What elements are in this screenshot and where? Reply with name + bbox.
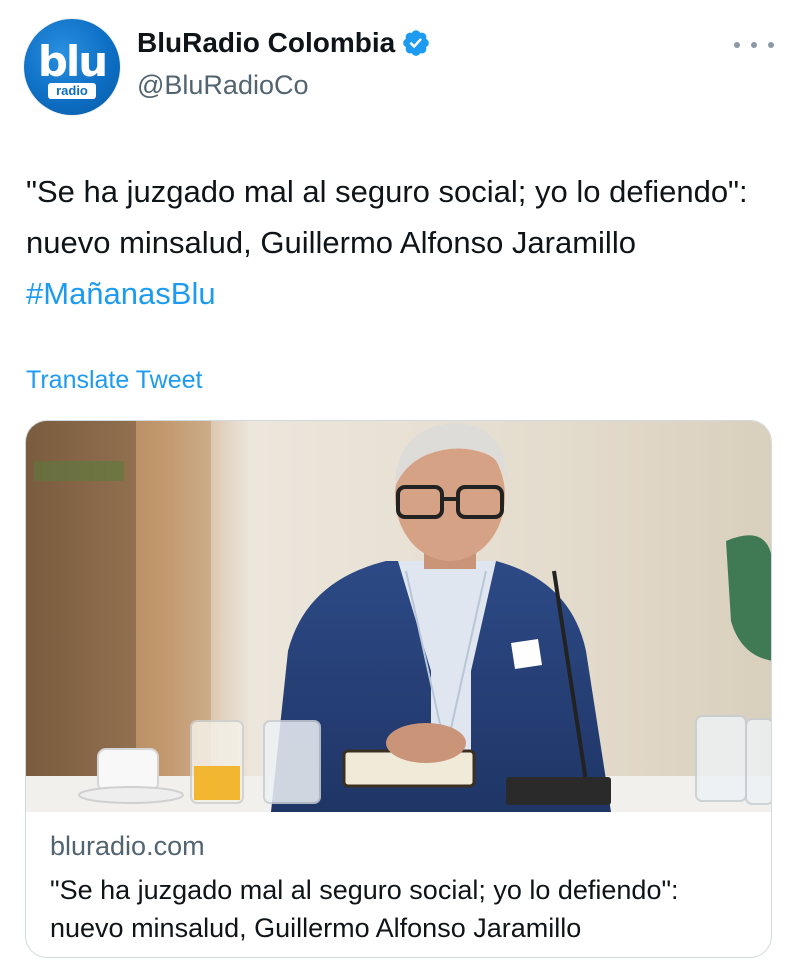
tweet-text: "Se ha juzgado mal al seguro social; yo … <box>26 166 776 319</box>
translate-tweet-link[interactable]: Translate Tweet <box>26 364 202 396</box>
tweet: blu radio BluRadio Colombia @BluRadioCo … <box>0 0 800 979</box>
card-image[interactable] <box>26 421 771 812</box>
avatar[interactable]: blu radio <box>24 19 120 115</box>
card-domain: bluradio.com <box>50 831 205 861</box>
verified-badge-icon <box>403 30 430 56</box>
author-handle[interactable]: @BluRadioCo <box>137 68 309 102</box>
avatar-logo-text: blu <box>37 37 108 86</box>
author-display-name[interactable]: BluRadio Colombia <box>137 26 395 60</box>
more-options-icon[interactable] <box>734 33 774 57</box>
more-dot <box>734 42 740 48</box>
card-meta: bluradio.com "Se ha juzgado mal al segur… <box>50 829 750 947</box>
author-name-row: BluRadio Colombia <box>137 26 431 60</box>
more-dot <box>751 42 757 48</box>
more-dot <box>768 42 774 48</box>
news-photo-icon <box>26 421 771 812</box>
link-preview-card[interactable]: bluradio.com "Se ha juzgado mal al segur… <box>25 420 772 958</box>
card-title: "Se ha juzgado mal al seguro social; yo … <box>50 875 679 943</box>
tweet-body: "Se ha juzgado mal al seguro social; yo … <box>26 174 748 260</box>
hashtag-link[interactable]: #MañanasBlu <box>26 276 216 311</box>
avatar-logo-tag: radio <box>48 83 96 99</box>
